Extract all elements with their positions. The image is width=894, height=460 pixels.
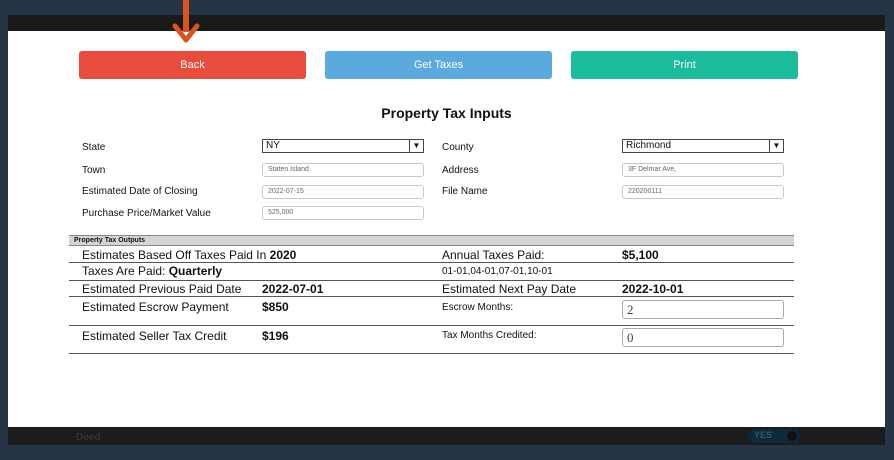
- divider: [69, 280, 794, 281]
- toggle-label: YES: [754, 430, 773, 440]
- escrow-months-label: Escrow Months:: [442, 302, 514, 313]
- paid-label: Taxes Are Paid:: [82, 264, 169, 278]
- estimates-row: Estimates Based Off Taxes Paid In 2020: [82, 248, 296, 262]
- estimates-label: Estimates Based Off Taxes Paid In: [82, 248, 270, 262]
- pay-dates: 01-01,04-01,07-01,10-01: [442, 266, 553, 277]
- seller-credit-value: $196: [262, 329, 289, 343]
- town-input[interactable]: Staten Island: [262, 163, 424, 177]
- address-label: Address: [442, 165, 479, 176]
- chevron-down-icon: ▼: [769, 140, 783, 152]
- annual-taxes-value: $5,100: [622, 248, 659, 262]
- county-label: County: [442, 142, 474, 153]
- state-select[interactable]: NY ▼: [262, 139, 424, 153]
- file-name-label: File Name: [442, 186, 488, 197]
- annual-taxes-label: Annual Taxes Paid:: [442, 248, 545, 262]
- seller-credit-label: Estimated Seller Tax Credit: [82, 329, 227, 343]
- estimates-year: 2020: [269, 248, 297, 262]
- top-bar: [8, 15, 885, 31]
- outputs-header: Property Tax Outputs: [69, 235, 794, 246]
- divider: [69, 353, 794, 354]
- state-label: State: [82, 142, 106, 153]
- divider: [69, 325, 794, 326]
- escrow-months-input[interactable]: 2: [622, 300, 784, 319]
- prev-paid-value: 2022-07-01: [262, 282, 324, 296]
- months-credited-input[interactable]: 0: [622, 328, 784, 347]
- price-label: Purchase Price/Market Value: [82, 208, 211, 219]
- get-taxes-button[interactable]: Get Taxes: [325, 51, 552, 79]
- toggle-knob: [787, 431, 797, 441]
- deed-toggle[interactable]: YES: [748, 429, 800, 443]
- file-name-input[interactable]: 220200111: [622, 185, 784, 199]
- address-input[interactable]: 3F Delmar Ave,: [622, 163, 784, 177]
- chevron-down-icon: ▼: [409, 140, 423, 152]
- arrow-down-icon: [172, 0, 200, 43]
- paid-value: Quarterly: [168, 264, 223, 278]
- tax-panel: Back Get Taxes Print Property Tax Inputs…: [8, 31, 885, 427]
- prev-paid-label: Estimated Previous Paid Date: [82, 282, 242, 296]
- page-title: Property Tax Inputs: [381, 105, 512, 121]
- months-credited-label: Tax Months Credited:: [442, 330, 537, 341]
- next-pay-label: Estimated Next Pay Date: [442, 282, 577, 296]
- closing-date-label: Estimated Date of Closing: [82, 186, 198, 197]
- divider: [69, 262, 794, 263]
- print-button[interactable]: Print: [571, 51, 798, 79]
- escrow-payment-label: Estimated Escrow Payment: [82, 300, 229, 314]
- divider: [69, 296, 794, 297]
- price-input[interactable]: 525,000: [262, 206, 424, 220]
- deed-label: Deed: [76, 432, 101, 443]
- escrow-payment-value: $850: [262, 300, 289, 314]
- paid-row: Taxes Are Paid: Quarterly: [82, 264, 222, 278]
- next-pay-value: 2022-10-01: [622, 282, 684, 296]
- county-value: Richmond: [626, 140, 672, 151]
- town-label: Town: [82, 165, 106, 176]
- closing-date-input[interactable]: 2022-07-15: [262, 185, 424, 199]
- county-select[interactable]: Richmond ▼: [622, 139, 784, 153]
- back-button[interactable]: Back: [79, 51, 306, 79]
- state-value: NY: [266, 140, 280, 151]
